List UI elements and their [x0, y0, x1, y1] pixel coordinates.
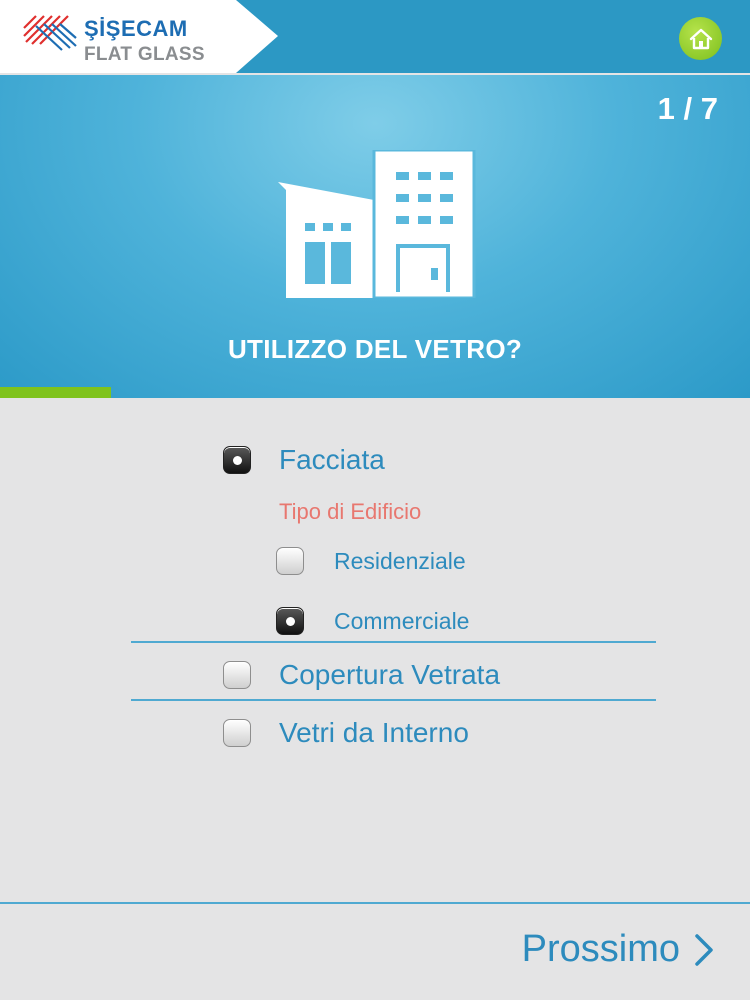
radio-vetri-da-interno[interactable] — [223, 719, 251, 747]
option-vetri-da-interno[interactable]: Vetri da Interno — [223, 717, 469, 749]
top-bar: ŞİŞECAM FLAT GLASS — [0, 0, 750, 73]
option-label: Commerciale — [334, 607, 470, 634]
radio-residenziale[interactable] — [276, 547, 304, 575]
chevron-right-icon — [695, 933, 713, 966]
question-title: UTILIZZO DEL VETRO? — [227, 334, 523, 364]
radio-copertura-vetrata[interactable] — [223, 661, 251, 689]
brand-logo: ŞİŞECAM FLAT GLASS — [0, 0, 278, 73]
next-label: Prossimo — [521, 928, 680, 970]
step-counter: 1 / 7 — [657, 91, 718, 126]
option-label: Vetri da Interno — [279, 717, 469, 748]
home-button[interactable] — [679, 17, 722, 60]
sisecam-logo-icon — [23, 15, 77, 51]
footer-divider — [0, 902, 750, 904]
option-label: Facciata — [279, 444, 385, 475]
question-header: 1 / 7 UTILIZZO DEL VETRO? — [0, 75, 750, 398]
home-icon — [689, 28, 712, 49]
option-commerciale[interactable]: Commerciale — [276, 607, 469, 635]
option-copertura-vetrata[interactable]: Copertura Vetrata — [223, 659, 500, 691]
progress-bar — [0, 387, 112, 398]
divider — [131, 699, 656, 701]
brand-name: ŞİŞECAM — [84, 16, 188, 41]
divider — [131, 641, 656, 643]
next-button[interactable]: Prossimo — [522, 928, 714, 971]
radio-commerciale[interactable] — [276, 607, 304, 635]
building-icon — [278, 150, 476, 298]
option-label: Residenziale — [334, 547, 466, 574]
radio-facciata[interactable] — [223, 446, 251, 474]
building-type-heading: Tipo di Edificio — [279, 499, 422, 524]
option-residenziale[interactable]: Residenziale — [276, 547, 466, 575]
brand-subtitle: FLAT GLASS — [84, 44, 205, 65]
option-facciata[interactable]: Facciata — [223, 444, 385, 476]
option-label: Copertura Vetrata — [279, 659, 501, 690]
